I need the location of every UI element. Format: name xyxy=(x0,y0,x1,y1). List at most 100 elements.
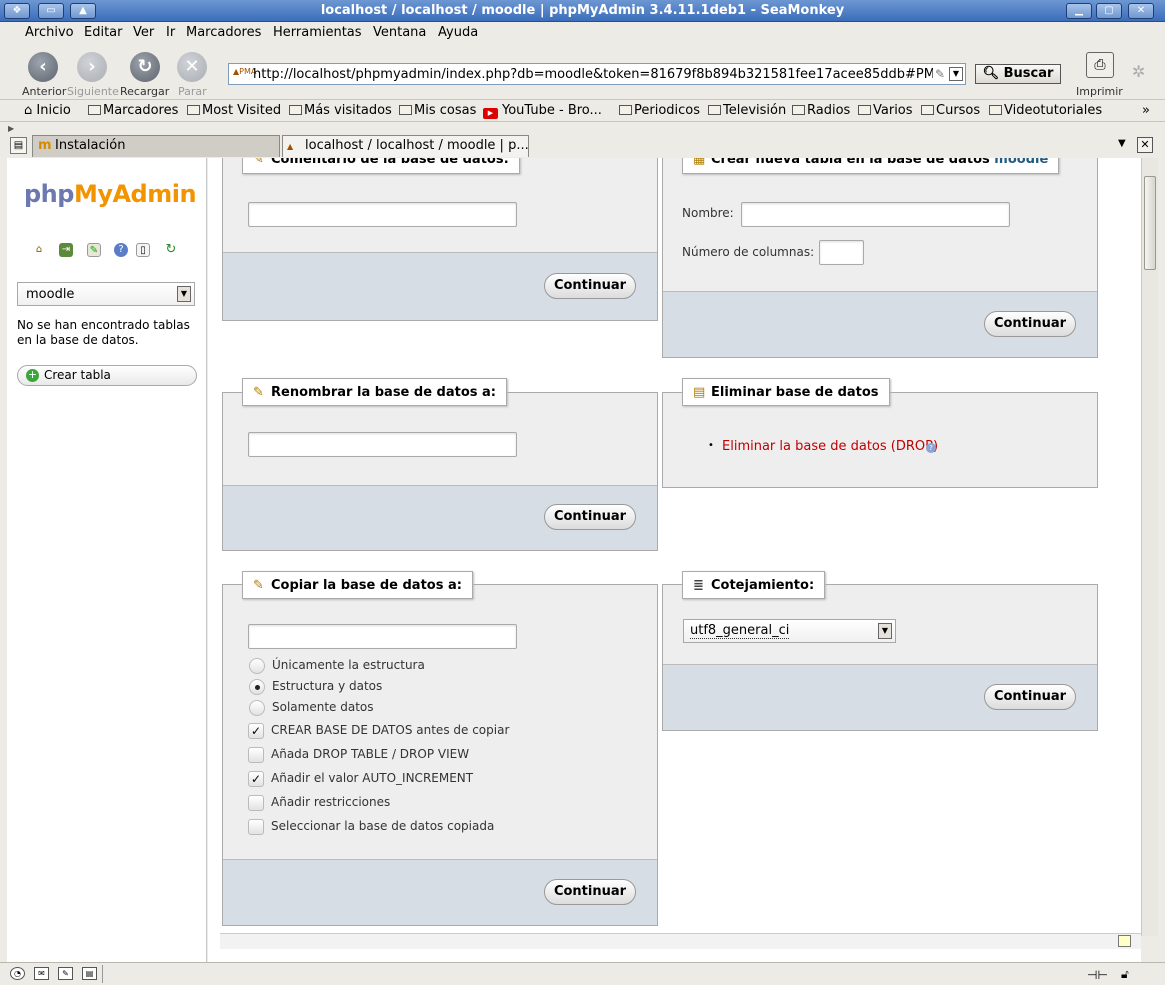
window-title: localhost / localhost / moodle | phpMyAd… xyxy=(320,3,845,18)
bookmark-television[interactable]: Televisión xyxy=(708,103,786,118)
database-select[interactable]: moodle ▼ xyxy=(17,282,195,306)
sql-docs-icon[interactable]: ▯ xyxy=(136,243,150,257)
bookmark-inicio[interactable]: ⌂ Inicio xyxy=(24,103,71,118)
radio-data-only[interactable] xyxy=(249,700,265,716)
menu-ir[interactable]: Ir xyxy=(166,25,175,40)
reload-nav-icon[interactable]: ↻ xyxy=(164,243,178,257)
bookmark-most-visited[interactable]: Most Visited xyxy=(187,103,281,118)
navigator-icon[interactable]: ◔ xyxy=(10,967,25,980)
reload-icon[interactable]: ↻ xyxy=(130,52,160,82)
stop-label[interactable]: Parar xyxy=(178,85,207,98)
composer-icon[interactable]: ✎ xyxy=(58,967,73,980)
forward-label[interactable]: Siguiente xyxy=(67,85,119,98)
bookmark-mis-cosas[interactable]: Mis cosas xyxy=(399,103,476,118)
status-divider xyxy=(102,965,103,983)
plus-icon: + xyxy=(26,368,39,382)
new-tab-icon[interactable]: ▤ xyxy=(10,137,27,154)
menu-ayuda[interactable]: Ayuda xyxy=(438,25,478,40)
addressbook-icon[interactable]: ▤ xyxy=(82,967,97,980)
table-name-input[interactable] xyxy=(741,202,1010,227)
create-table-button[interactable]: + Crear tabla xyxy=(17,365,197,386)
back-label[interactable]: Anterior xyxy=(22,85,66,98)
tab-list-icon[interactable]: ▼ xyxy=(1118,138,1126,149)
tab-instalacion[interactable]: m Instalación xyxy=(32,135,280,157)
option-label: Seleccionar la base de datos copiada xyxy=(271,819,495,833)
drop-db-link[interactable]: Eliminar la base de datos (DROP) xyxy=(722,439,938,454)
home-icon[interactable]: ⌂ xyxy=(32,243,46,257)
rename-continue-button[interactable]: Continuar xyxy=(544,504,636,530)
stop-icon[interactable]: ✕ xyxy=(177,52,207,82)
phpmyadmin-logo[interactable]: phpMyAdmin xyxy=(24,180,197,208)
online-status-icon[interactable]: ⊣⊢ xyxy=(1087,968,1108,982)
bookmark-youtube[interactable]: ▶ YouTube - Bro... xyxy=(483,103,602,119)
checkbox-constraints[interactable] xyxy=(248,795,264,811)
vertical-scrollbar[interactable] xyxy=(1141,158,1158,936)
tab-phpmyadmin[interactable]: ▲ localhost / localhost / moodle | p... xyxy=(282,135,529,157)
bookmark-cursos[interactable]: Cursos xyxy=(921,103,980,118)
url-dropdown-icon[interactable]: ▼ xyxy=(949,67,963,81)
search-button[interactable]: 🔍︎ Buscar xyxy=(975,64,1061,84)
menu-ventana[interactable]: Ventana xyxy=(373,25,426,40)
comment-continue-button[interactable]: Continuar xyxy=(544,273,636,299)
menu-herramientas[interactable]: Herramientas xyxy=(273,25,362,40)
pma-main-frame: ✎ Comentario de la base de datos: Continu… xyxy=(208,158,1141,962)
query-window-icon[interactable]: ✎ xyxy=(87,243,101,257)
close-tab-icon[interactable]: ✕ xyxy=(1137,137,1153,153)
minimize-icon[interactable]: ▁ xyxy=(1066,3,1092,19)
checkbox-create-db[interactable]: ✓ xyxy=(248,723,264,739)
comment-input[interactable] xyxy=(248,202,517,227)
rename-db-input[interactable] xyxy=(248,432,517,457)
bookmark-marcadores[interactable]: Marcadores xyxy=(88,103,178,118)
menu-archivo[interactable]: Archivo xyxy=(25,25,74,40)
radio-structure-and-data[interactable] xyxy=(249,679,265,695)
checkbox-auto-increment[interactable]: ✓ xyxy=(248,771,264,787)
home-icon: ⌂ xyxy=(24,103,33,118)
create-table-continue-button[interactable]: Continuar xyxy=(984,311,1076,337)
bookmark-radios[interactable]: Radios xyxy=(792,103,850,118)
new-table-icon: ▦ xyxy=(693,158,706,167)
help-icon[interactable]: ? xyxy=(926,443,936,453)
collation-select[interactable]: utf8_general_ci ▼ xyxy=(683,619,896,643)
reload-label[interactable]: Recargar xyxy=(120,85,169,98)
print-label[interactable]: Imprimir xyxy=(1076,85,1123,98)
bookmark-videotutoriales[interactable]: Videotutoriales xyxy=(989,103,1102,118)
maximize-icon[interactable]: ▢ xyxy=(1096,3,1122,19)
back-arrow-icon[interactable]: ‹ xyxy=(28,52,58,82)
throbber-gear-icon: ✲ xyxy=(1132,62,1146,81)
collation-continue-button[interactable]: Continuar xyxy=(984,684,1076,710)
search-label: Buscar xyxy=(1003,66,1054,81)
url-edit-icon[interactable]: ✎ xyxy=(935,67,945,81)
column-count-input[interactable] xyxy=(819,240,864,265)
drop-legend: ▤ Eliminar base de datos xyxy=(682,378,890,406)
bookmarks-overflow-icon[interactable]: » xyxy=(1142,103,1150,118)
bookmark-periodicos[interactable]: Periodicos xyxy=(619,103,700,118)
copy-db-input[interactable] xyxy=(248,624,517,649)
url-bar[interactable]: ▲PMA http://localhost/phpmyadmin/index.p… xyxy=(228,63,966,85)
bookmark-varios[interactable]: Varios xyxy=(858,103,913,118)
menu-ver[interactable]: Ver xyxy=(133,25,154,40)
menu-editar[interactable]: Editar xyxy=(84,25,123,40)
printer-icon[interactable]: ⎙ xyxy=(1086,52,1114,78)
menu-bar: Archivo Editar Ver Ir Marcadores Herrami… xyxy=(0,22,1165,44)
bookmark-mas-visitados[interactable]: Más visitados xyxy=(289,103,392,118)
forward-arrow-icon[interactable]: › xyxy=(77,52,107,82)
mail-icon[interactable]: ✉ xyxy=(34,967,49,980)
copy-continue-button[interactable]: Continuar xyxy=(544,879,636,905)
url-text[interactable]: http://localhost/phpmyadmin/index.php?db… xyxy=(253,67,933,82)
docs-icon[interactable]: ? xyxy=(114,243,128,257)
logout-icon[interactable]: ⇥ xyxy=(59,243,73,257)
notepad-icon[interactable] xyxy=(1118,935,1131,947)
close-window-icon[interactable]: ✕ xyxy=(1128,3,1154,19)
bookmarks-bar: ⌂ Inicio Marcadores Most Visited Más vis… xyxy=(0,100,1165,122)
comment-legend: ✎ Comentario de la base de datos: xyxy=(242,158,520,174)
no-tables-message: No se han encontrado tablas en la base d… xyxy=(17,318,190,347)
scrollbar-thumb[interactable] xyxy=(1144,176,1156,270)
folder-icon xyxy=(858,105,871,115)
sidebar-toggle-icon[interactable]: ▶ xyxy=(8,124,14,133)
folder-icon xyxy=(708,105,721,115)
radio-structure-only[interactable] xyxy=(249,658,265,674)
youtube-icon: ▶ xyxy=(483,108,498,119)
menu-marcadores[interactable]: Marcadores xyxy=(186,25,261,40)
checkbox-drop-table[interactable] xyxy=(248,747,264,763)
checkbox-switch-to-copied[interactable] xyxy=(248,819,264,835)
